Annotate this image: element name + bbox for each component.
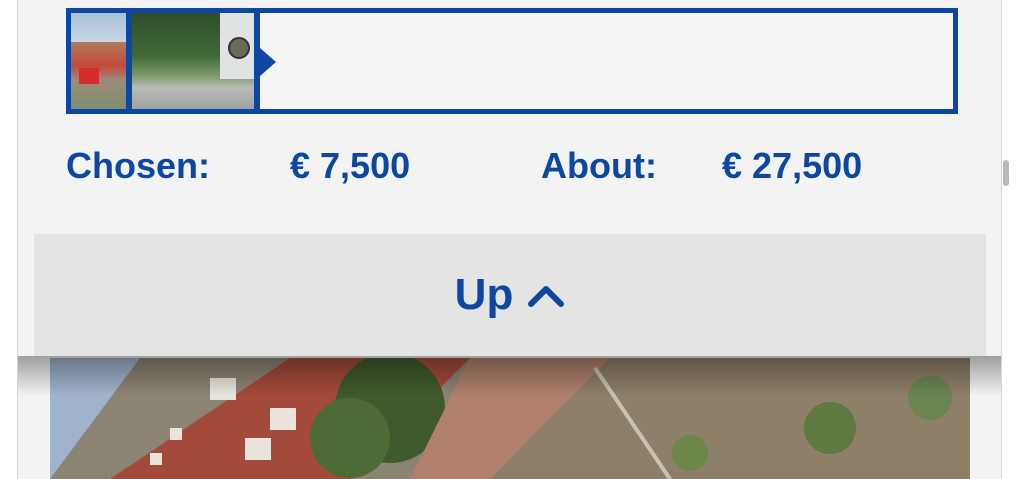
image-strip[interactable] [66, 8, 958, 114]
thumbnail-street[interactable] [132, 13, 254, 109]
thumbnail-house[interactable] [71, 13, 126, 109]
chosen-label: Chosen: [66, 145, 210, 186]
up-button-label: Up [454, 270, 514, 319]
chosen-value: € 7,500 [290, 145, 411, 186]
button-shadow [18, 356, 1001, 396]
scrollbar[interactable] [1003, 160, 1009, 186]
about-value: € 27,500 [722, 145, 863, 186]
chevron-up-icon [528, 286, 565, 307]
content-panel: Chosen: € 7,500 About: € 27,500 Up [17, 0, 1002, 479]
up-button[interactable]: Up [34, 234, 986, 356]
about-label: About: [541, 145, 657, 186]
strip-pointer-icon [260, 48, 276, 76]
